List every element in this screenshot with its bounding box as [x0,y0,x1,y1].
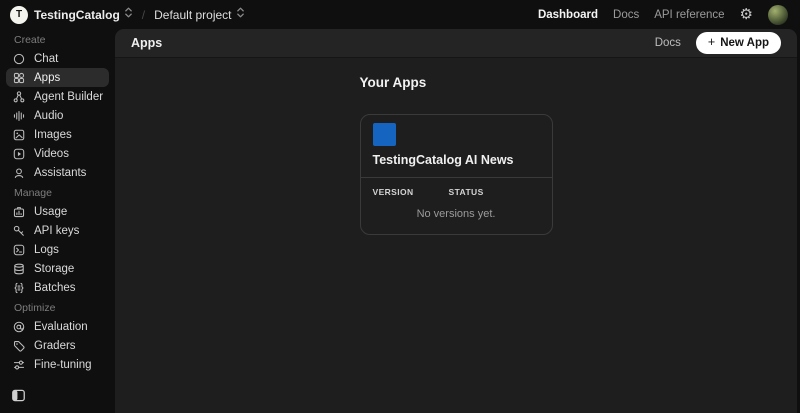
new-app-button-label: New App [720,37,769,49]
sidebar-item-label: Agent Builder [34,91,103,103]
nav-link-docs[interactable]: Docs [613,9,639,21]
sidebar-item-label: Evaluation [34,321,88,333]
topbar-left: T TestingCatalog / Default project [10,6,245,24]
sidebar-section-create: Create [0,29,115,49]
app-card[interactable]: TestingCatalog AI News VERSIONSTATUS No … [360,114,553,235]
avatar[interactable] [768,5,788,25]
app-card-columns: VERSIONSTATUS [361,178,552,197]
column-header-version: VERSION [373,187,449,197]
org-name: TestingCatalog [34,8,120,22]
sidebar-item-usage[interactable]: Usage [6,202,109,221]
section-title: Your Apps [360,75,553,90]
column-header-status: STATUS [449,187,484,197]
docs-link[interactable]: Docs [655,37,681,49]
sidebar-item-api-keys[interactable]: API keys [6,221,109,240]
sidebar-item-label: Assistants [34,167,86,179]
app-card-top: TestingCatalog AI News [361,115,552,178]
api-keys-icon [12,224,26,238]
sidebar-item-label: Chat [34,53,58,65]
videos-icon [12,147,26,161]
gear-icon[interactable]: ⚙ [740,7,753,22]
chevron-up-down-icon [236,6,245,24]
empty-versions-message: No versions yet. [361,197,552,234]
logs-icon [12,243,26,257]
apps-icon [12,71,26,85]
main-panel: Apps Docs + New App Your Apps TestingCat… [115,29,797,413]
sidebar-item-label: Fine-tuning [34,359,92,371]
header-actions: Docs + New App [655,32,781,54]
app-icon [373,123,396,146]
sidebar-section-manage: Manage [0,182,115,202]
usage-icon [12,205,26,219]
sidebar-item-label: API keys [34,225,79,237]
sidebar-item-evaluation[interactable]: Evaluation [6,317,109,336]
graders-icon [12,339,26,353]
new-app-button[interactable]: + New App [696,32,781,54]
sidebar-item-label: Usage [34,206,67,218]
sidebar-item-fine-tuning[interactable]: Fine-tuning [6,355,109,374]
main-content: Your Apps TestingCatalog AI News VERSION… [115,58,797,235]
sidebar-item-videos[interactable]: Videos [6,144,109,163]
sidebar-item-logs[interactable]: Logs [6,240,109,259]
sidebar-item-assistants[interactable]: Assistants [6,163,109,182]
sidebar-section-optimize: Optimize [0,297,115,317]
chat-icon [12,52,26,66]
app-card-title: TestingCatalog AI News [373,153,540,167]
evaluation-icon [12,320,26,334]
sidebar-item-chat[interactable]: Chat [6,49,109,68]
sidebar-item-label: Logs [34,244,59,256]
sidebar-item-label: Graders [34,340,76,352]
audio-icon [12,109,26,123]
org-switcher[interactable]: TestingCatalog [34,6,133,24]
batches-icon [12,281,26,295]
chevron-up-down-icon [124,6,133,24]
main-header: Apps Docs + New App [115,29,797,58]
sidebar-item-label: Videos [34,148,69,160]
sidebar-item-storage[interactable]: Storage [6,259,109,278]
plus-icon: + [708,36,715,49]
nav-link-api-reference[interactable]: API reference [654,9,724,21]
topbar-right: Dashboard Docs API reference ⚙ [538,5,788,25]
sidebar-collapse-icon[interactable] [10,387,27,404]
sidebar: Create Chat Apps Agent Builder Audio Images Vi… [0,29,115,413]
page-title: Apps [131,36,162,50]
sidebar-item-label: Images [34,129,72,141]
sidebar-item-apps[interactable]: Apps [6,68,109,87]
sidebar-item-agent-builder[interactable]: Agent Builder [6,87,109,106]
sidebar-item-label: Audio [34,110,63,122]
images-icon [12,128,26,142]
sidebar-item-label: Storage [34,263,74,275]
sidebar-item-images[interactable]: Images [6,125,109,144]
project-name: Default project [154,8,231,22]
topbar-nav: Dashboard Docs API reference [538,9,725,21]
assistants-icon [12,166,26,180]
org-logo: T [10,6,28,24]
fine-tuning-icon [12,358,26,372]
sidebar-item-batches[interactable]: Batches [6,278,109,297]
sidebar-item-label: Apps [34,72,60,84]
storage-icon [12,262,26,276]
agent-builder-icon [12,90,26,104]
sidebar-item-audio[interactable]: Audio [6,106,109,125]
sidebar-item-graders[interactable]: Graders [6,336,109,355]
project-switcher[interactable]: Default project [154,6,244,24]
breadcrumb-separator: / [142,8,145,22]
nav-link-dashboard[interactable]: Dashboard [538,9,598,21]
sidebar-item-label: Batches [34,282,76,294]
topbar: T TestingCatalog / Default project Dashb… [0,0,800,29]
